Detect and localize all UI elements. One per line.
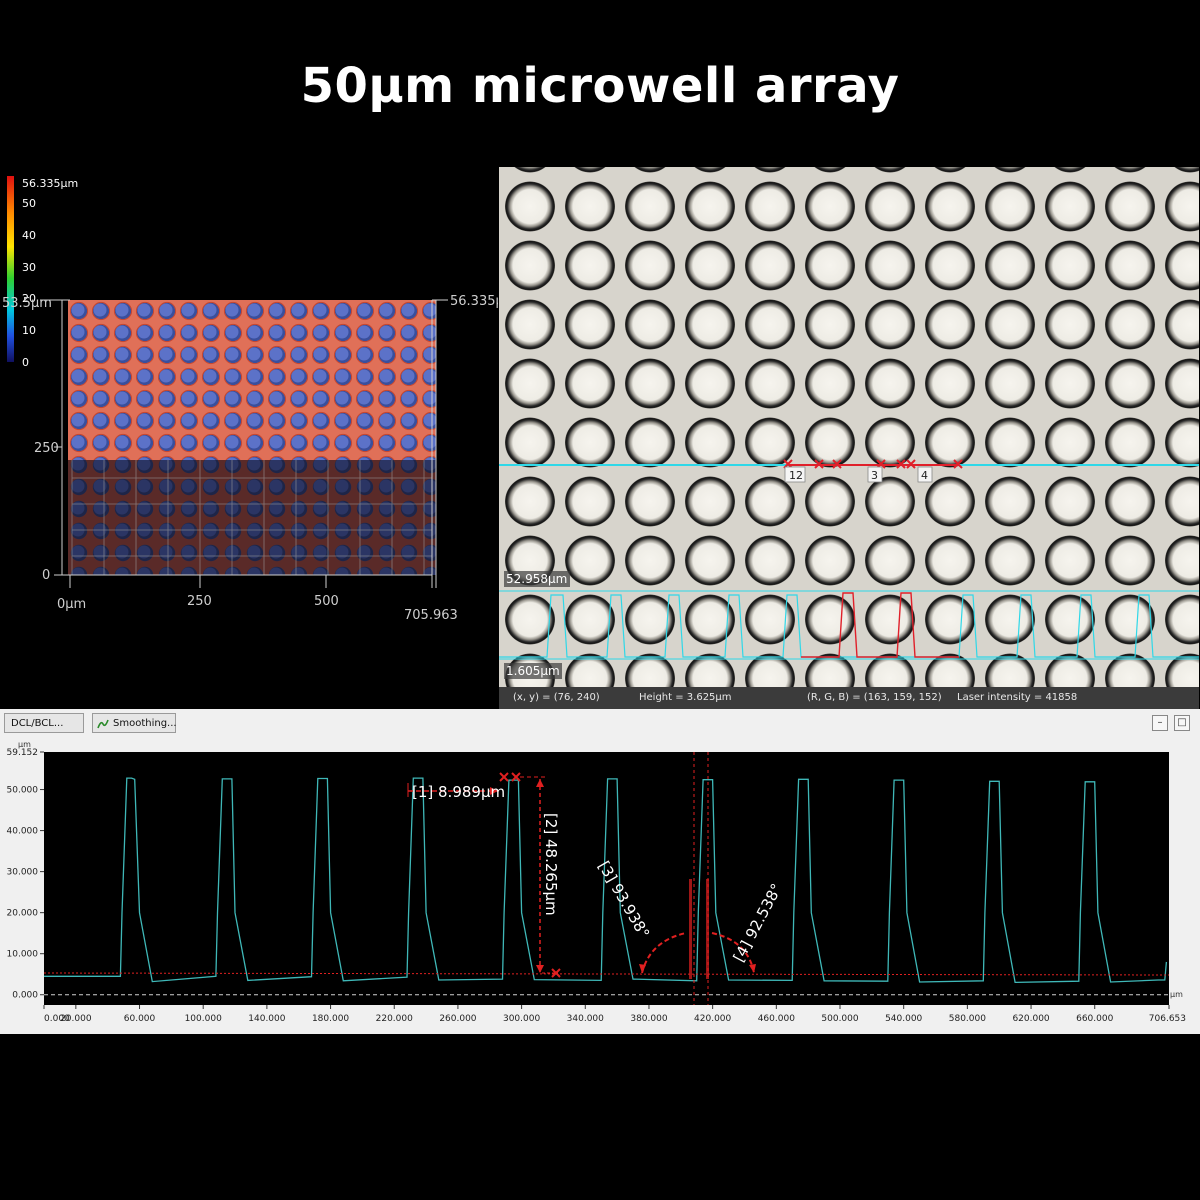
x-axis-unit-label: μm [1170,990,1183,999]
overlay-scale-top: 52.958μm [506,572,567,586]
marker-label: 12 [789,469,803,482]
x-tick-label: 660.000 [1076,1014,1113,1024]
marker-label: 3 [871,469,878,482]
smoothing-icon [97,719,109,729]
x-tick-label: 340.000 [567,1014,604,1024]
overlay-scale-bottom: 1.605μm [506,664,560,678]
status-laser: Laser intensity = 41858 [957,692,1078,703]
height-map-x-label: 0μm [57,597,86,612]
height-map-surface-bottom [68,460,436,575]
height-map-x-label: 250 [187,594,212,609]
microscope-status-bar: (x, y) = (76, 240) Height = 3.625μm (R, … [499,687,1199,709]
colorbar-tick: 10 [22,324,36,337]
height-map-svg: 56.335μm 50 40 30 20 10 0 53.5μm 56.335 … [2,176,516,623]
y-tick-label: 30.000 [7,868,39,878]
x-tick-label: 420.000 [694,1014,731,1024]
x-tick-label: 580.000 [949,1014,986,1024]
colorbar-tick: 40 [22,229,36,242]
colorbar-tick: 0 [22,356,29,369]
profile-chart: 59.152 50.000 40.000 30.000 20.000 10.000 0.00… [0,735,1200,1034]
annotation-height-label: [2] 48.265μm [542,813,560,916]
colorbar-tick: 30 [22,261,36,274]
status-height: Height = 3.625μm [639,692,732,703]
y-tick-label: 40.000 [7,827,39,837]
x-tick-label: 706.653 [1149,1014,1186,1024]
annotation-width-label: [1] 8.989μm [412,783,505,801]
x-tick-label: 100.000 [185,1014,222,1024]
height-map-panel[interactable]: 56.335μm 50 40 30 20 10 0 53.5μm 56.335 … [0,168,516,708]
x-tick-label: 300.000 [503,1014,540,1024]
status-xy: (x, y) = (76, 240) [513,692,600,703]
microscope-image-svg: 12 3 4 52.958μm 1.605μm [499,167,1199,687]
y-tick-label: 50.000 [7,786,39,796]
y-axis-unit-label: μm [18,740,31,749]
height-map-surface-top [68,300,436,460]
profile-window: DCL/BCL... Smoothing... – □ 59.152 50.000… [0,709,1200,1034]
maximize-icon[interactable]: □ [1174,715,1190,731]
height-map-y-label: 250 [34,441,59,456]
microwell-array-image [499,167,1199,687]
microscope-image-panel[interactable]: 12 3 4 52.958μm 1.605μm (x, y) = (76, 24… [499,167,1199,709]
x-tick-label: 380.000 [630,1014,667,1024]
x-tick-label: 140.000 [248,1014,285,1024]
height-map-x-label: 500 [314,594,339,609]
minimize-icon[interactable]: – [1152,715,1168,731]
x-tick-label: 260.000 [439,1014,476,1024]
colorbar-tick: 50 [22,197,36,210]
x-tick-label: 540.000 [885,1014,922,1024]
x-tick-label: 460.000 [758,1014,795,1024]
page-title: 50μm microwell array [300,58,900,114]
marker-label: 4 [921,469,928,482]
x-tick-label: 620.000 [1012,1014,1049,1024]
y-tick-label: 10.000 [7,950,39,960]
colorbar [7,176,14,362]
x-tick-label: 60.000 [124,1014,156,1024]
y-tick-label: 0.000 [12,991,38,1001]
status-rgb: (R, G, B) = (163, 159, 152) [807,692,942,703]
height-map-y-label: 0 [42,568,50,583]
x-tick-label: 180.000 [312,1014,349,1024]
height-map-x-label: 705.963 [404,608,458,623]
x-tick-label: 20.000 [60,1014,92,1024]
y-tick-label: 59.152 [7,748,39,758]
smoothing-label: Smoothing... [113,718,177,729]
dcl-bcl-button[interactable]: DCL/BCL... [4,713,84,733]
x-tick-label: 220.000 [376,1014,413,1024]
x-tick-label: 500.000 [821,1014,858,1024]
y-tick-label: 20.000 [7,909,39,919]
height-map-right-top-label: 56.335μm [450,294,498,309]
height-map-left-top-label: 53.5μm [2,296,52,311]
colorbar-max-label: 56.335μm [22,177,78,190]
